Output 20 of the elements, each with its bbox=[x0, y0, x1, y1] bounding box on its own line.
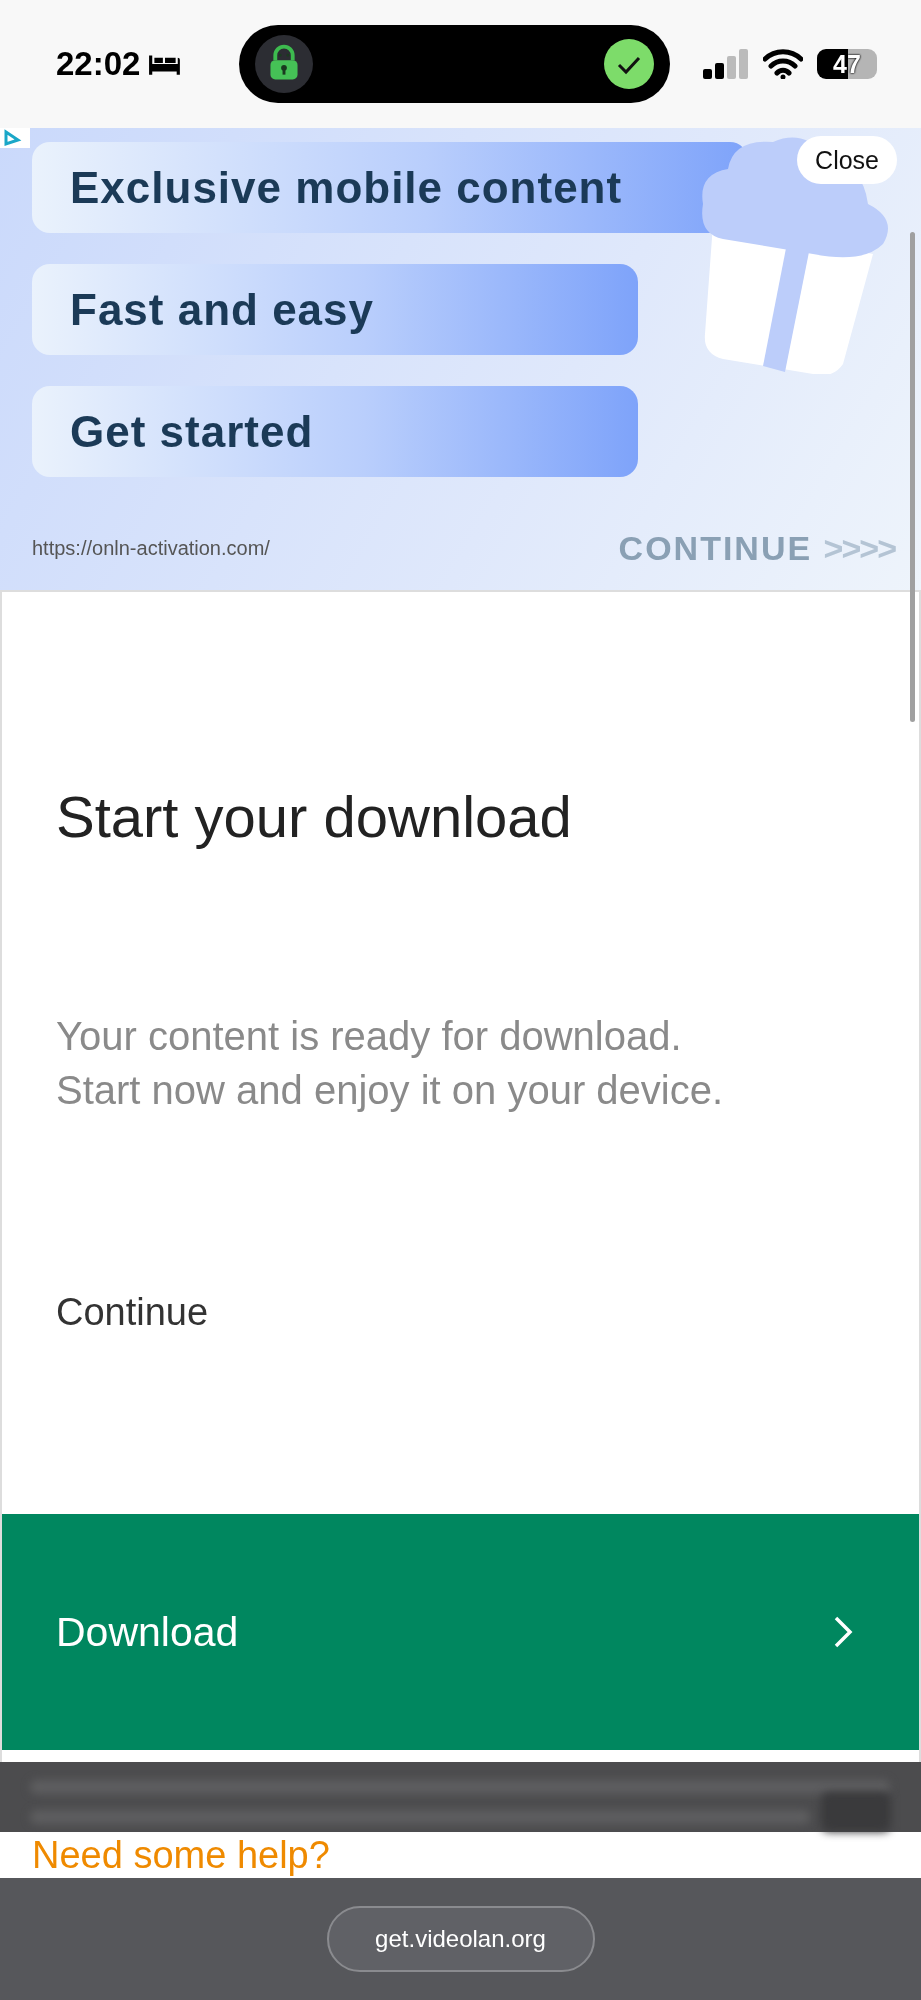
url-field[interactable]: get.videolan.org bbox=[326, 1906, 595, 1972]
ad-url: https://onln-activation.com/ bbox=[32, 537, 270, 560]
page-heading: Start your download bbox=[56, 783, 573, 850]
lock-icon bbox=[255, 35, 313, 93]
description-text: Your content is ready for download. Start now and enjoy it on your device. bbox=[56, 1013, 725, 1114]
clock-time: 22:02 bbox=[56, 45, 141, 83]
chevron-icon bbox=[833, 1615, 853, 1649]
close-button[interactable]: Close bbox=[797, 136, 897, 184]
continue-link[interactable]: Continue bbox=[56, 1291, 209, 1334]
signal-icon bbox=[703, 49, 749, 79]
ad-headline: Get started bbox=[32, 386, 638, 477]
bed-icon bbox=[148, 53, 183, 75]
ad-choices-icon[interactable] bbox=[0, 128, 30, 148]
check-icon bbox=[604, 39, 654, 89]
ad-banner[interactable]: Close Exclusive mobile content Fast and easy Get started https://onln-activation.com/ CONTINUE >>>> bbox=[0, 128, 921, 592]
wifi-icon bbox=[763, 49, 803, 79]
scrollbar[interactable] bbox=[910, 232, 915, 722]
download-button[interactable]: Download bbox=[2, 1514, 919, 1750]
help-heading: Need some help? bbox=[32, 1834, 330, 1876]
ad-headline: Fast and easy bbox=[32, 264, 638, 355]
